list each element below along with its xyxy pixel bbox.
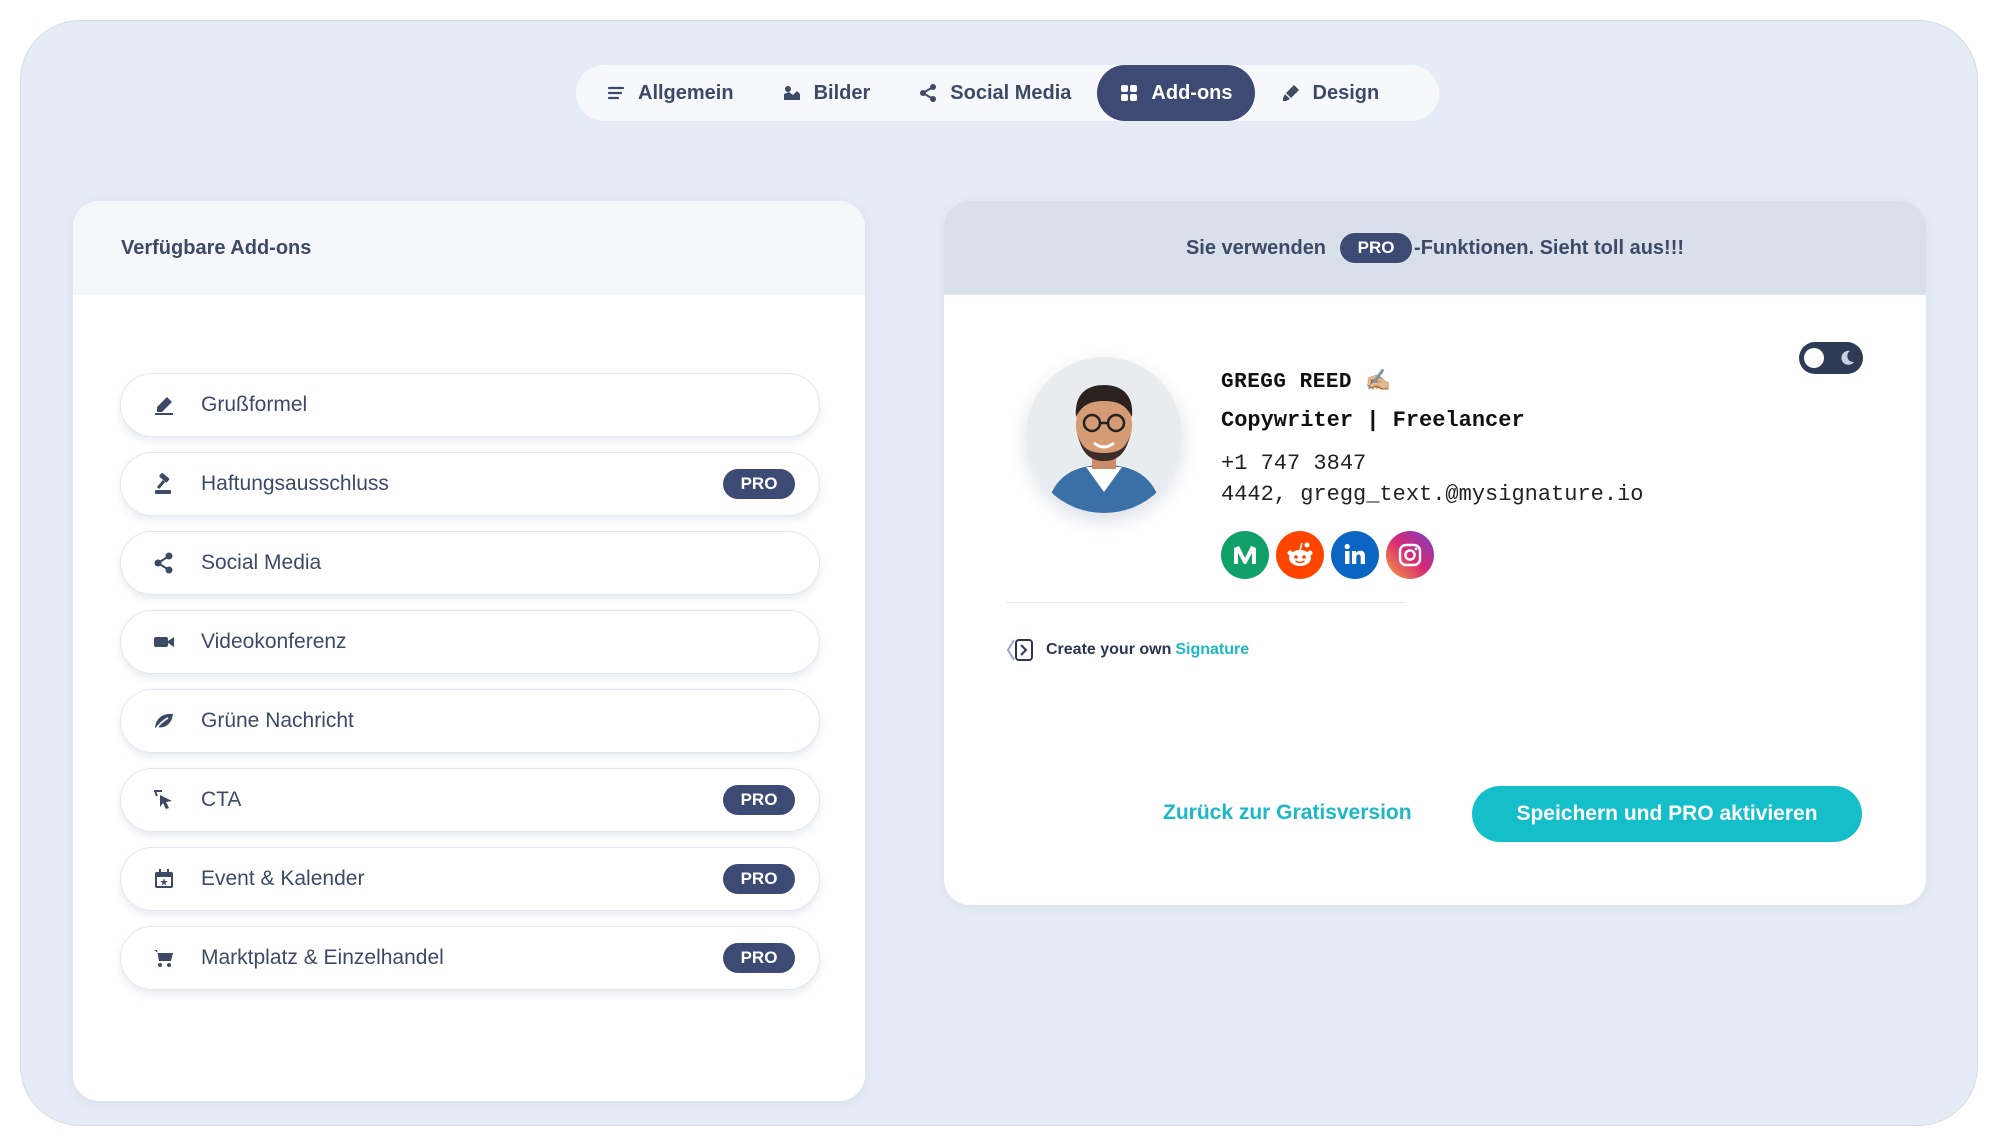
addon-videokonferenz[interactable]: Videokonferenz (120, 610, 820, 674)
avatar (1026, 357, 1182, 513)
pro-badge: PRO (723, 943, 795, 973)
addon-label: Videokonferenz (201, 630, 347, 653)
addon-label: CTA (201, 788, 242, 811)
pro-banner: Sie verwenden PRO -Funktionen. Sieht tol… (944, 201, 1926, 295)
tab-label: Design (1312, 81, 1380, 104)
cursor-click-icon (151, 787, 177, 813)
addon-label: Marktplatz & Einzelhandel (201, 946, 444, 969)
addon-label: Grußformel (201, 393, 308, 416)
gavel-icon (151, 471, 177, 497)
addon-label: Social Media (201, 551, 322, 574)
addon-grussformel[interactable]: Grußformel (120, 373, 820, 437)
banner-text-before: Sie verwenden (1185, 236, 1327, 259)
tab-label: Social Media (950, 81, 1072, 104)
lines-icon (607, 86, 625, 100)
signature-name: GREGG REED ✍🏼 (1221, 371, 1392, 394)
tab-allgemein[interactable]: Allgemein (584, 65, 756, 121)
share-icon (151, 550, 177, 576)
images-icon (783, 86, 800, 100)
addon-list: Grußformel Haftungsausschluss PRO Social… (120, 373, 820, 1005)
divider (1006, 602, 1406, 603)
tab-bar: Allgemein Bilder Social Media Add-ons De… (576, 65, 1439, 121)
panel-title: Verfügbare Add-ons (73, 201, 865, 295)
linkedin-icon[interactable] (1331, 531, 1379, 579)
addon-marktplatz[interactable]: Marktplatz & Einzelhandel PRO (120, 926, 820, 990)
pro-badge: PRO (723, 469, 795, 499)
pro-badge: PRO (723, 864, 795, 894)
tab-social-media[interactable]: Social Media (896, 65, 1093, 121)
signature-phone: +1 747 3847 (1221, 451, 1367, 476)
addon-label: Grüne Nachricht (201, 709, 354, 732)
tab-label: Allgemein (638, 81, 734, 104)
tab-label: Add-ons (1151, 81, 1233, 104)
save-activate-pro-button[interactable]: Speichern und PRO aktivieren (1472, 786, 1862, 842)
addon-label: Haftungsausschluss (201, 472, 389, 495)
signature-pen-icon (151, 392, 177, 418)
tab-design[interactable]: Design (1259, 65, 1402, 121)
banner-text-after: -Funktionen. Sieht toll aus!!! (1414, 236, 1685, 259)
addon-gruene-nachricht[interactable]: Grüne Nachricht (120, 689, 820, 753)
dark-mode-toggle[interactable] (1799, 342, 1863, 374)
tab-bilder[interactable]: Bilder (760, 65, 893, 121)
toggle-knob (1804, 348, 1824, 368)
cart-icon (151, 945, 177, 971)
addon-cta[interactable]: CTA PRO (120, 768, 820, 832)
leaf-icon (151, 708, 177, 734)
share-icon (920, 84, 937, 102)
social-icons (1221, 531, 1434, 579)
addon-social-media[interactable]: Social Media (120, 531, 820, 595)
mysignature-logo-icon (1006, 639, 1033, 661)
reddit-icon[interactable] (1276, 531, 1324, 579)
addon-label: Event & Kalender (201, 867, 365, 890)
tab-label: Bilder (813, 81, 871, 104)
tab-add-ons[interactable]: Add-ons (1097, 65, 1255, 121)
brush-icon (1282, 85, 1299, 101)
moon-icon (1841, 350, 1854, 365)
app-frame: Allgemein Bilder Social Media Add-ons De… (20, 20, 1978, 1126)
create-own-prefix: Create your own (1046, 641, 1172, 658)
pro-badge: PRO (1340, 233, 1413, 263)
create-own-accent: Signature (1175, 641, 1250, 658)
signature-title: Copywriter | Freelancer (1221, 408, 1525, 433)
create-own-signature-link[interactable]: Create your own Signature (1006, 637, 1249, 663)
instagram-icon[interactable] (1386, 531, 1434, 579)
calendar-star-icon (151, 866, 177, 892)
addons-panel: Verfügbare Add-ons Grußformel Haftungsau… (73, 201, 865, 1101)
signature-email: 4442, gregg_text.@mysignature.io (1221, 482, 1644, 507)
addon-haftungsausschluss[interactable]: Haftungsausschluss PRO (120, 452, 820, 516)
video-camera-icon (151, 629, 177, 655)
addon-event-kalender[interactable]: Event & Kalender PRO (120, 847, 820, 911)
medium-icon[interactable] (1221, 531, 1269, 579)
pro-badge: PRO (723, 785, 795, 815)
grid-icon (1121, 85, 1138, 101)
preview-panel: Sie verwenden PRO -Funktionen. Sieht tol… (944, 201, 1926, 905)
back-to-free-link[interactable]: Zurück zur Gratisversion (1163, 801, 1412, 825)
